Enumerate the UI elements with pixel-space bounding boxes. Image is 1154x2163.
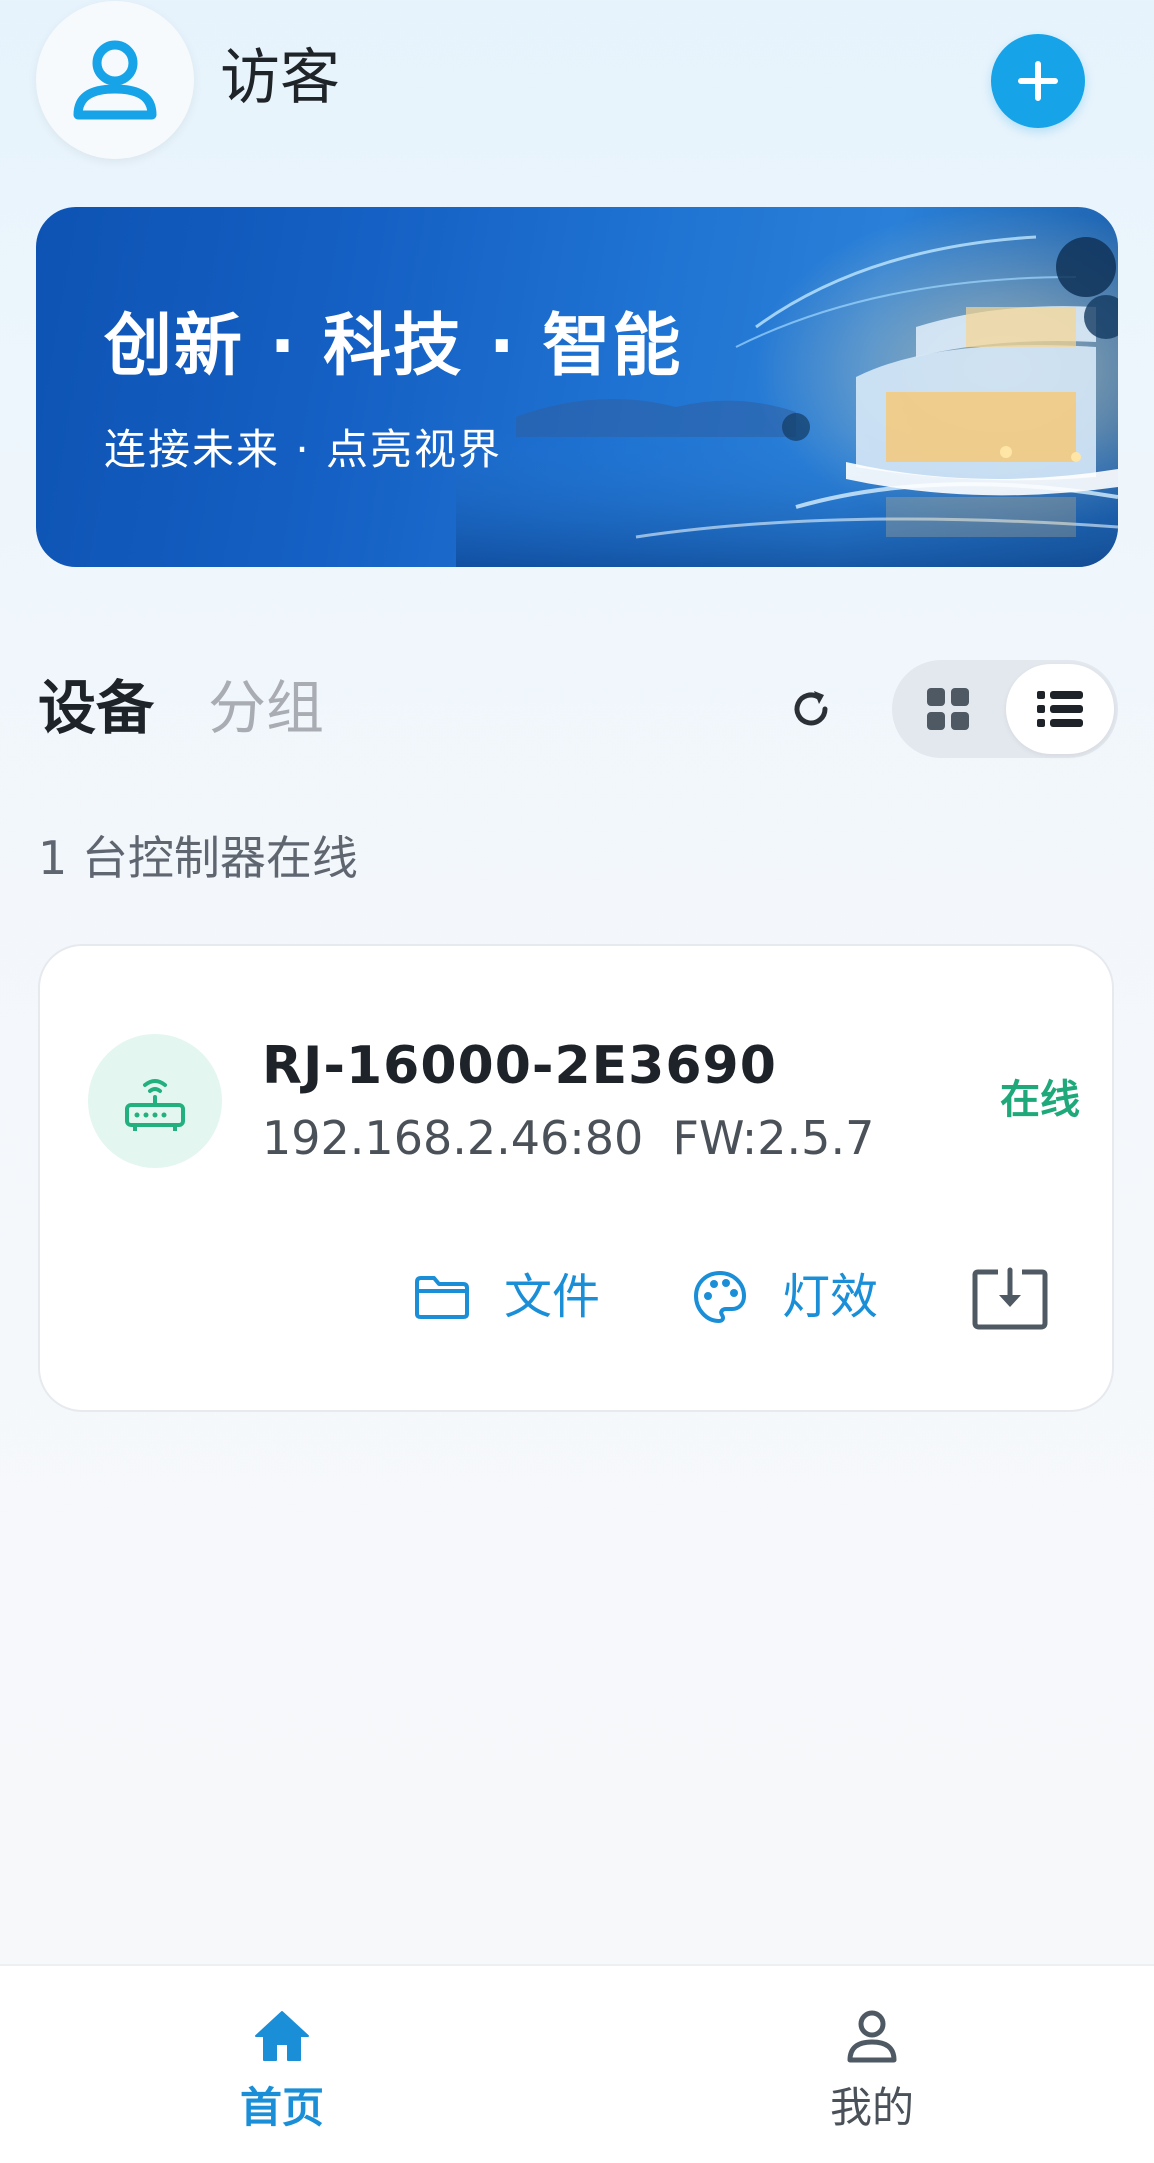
download-button[interactable] [972,1266,1048,1332]
list-view-button[interactable] [1006,664,1114,754]
profile-icon [847,2010,897,2063]
device-name: RJ-16000-2E3690 [262,1036,777,1096]
refresh-icon [794,691,828,726]
bottom-navigation: 首页 我的 [0,1964,1154,2163]
avatar[interactable] [36,1,194,159]
tab-devices[interactable]: 设备 [38,668,154,748]
grid-view-icon [927,688,969,730]
tab-groups[interactable]: 分组 [208,668,324,748]
nav-mine-label: 我的 [829,2083,914,2132]
download-icon [972,1267,1048,1330]
refresh-button[interactable] [780,678,842,740]
user-icon [73,40,157,120]
plus-icon [1018,61,1058,101]
device-avatar [88,1034,222,1168]
nav-home[interactable]: 首页 [182,1966,382,2163]
palette-icon [694,1271,746,1323]
home-icon [255,2011,309,2061]
promo-banner[interactable]: 创新 · 科技 · 智能 连接未来 · 点亮视界 [36,207,1118,567]
banner-title: 创新 · 科技 · 智能 [104,307,683,386]
light-effects-label: 灯效 [782,1269,879,1325]
page-title: 访客 [220,43,340,113]
status-badge: 在线 [1000,1077,1080,1123]
list-view-icon [1037,691,1083,727]
files-button[interactable]: 文件 [414,1264,600,1330]
light-effects-button[interactable]: 灯效 [692,1264,878,1330]
device-card[interactable]: RJ-16000-2E3690 192.168.2.46:80 FW:2.5.7… [38,944,1114,1412]
grid-view-button[interactable] [892,660,1004,758]
online-count: 1 台控制器在线 [38,831,358,885]
folder-icon [415,1276,469,1319]
files-label: 文件 [504,1269,601,1325]
router-icon [125,1079,185,1131]
banner-subtitle: 连接未来 · 点亮视界 [104,425,503,474]
device-address-firmware: 192.168.2.46:80 FW:2.5.7 [262,1111,875,1165]
nav-home-label: 首页 [239,2083,324,2132]
view-mode-toggle [892,660,1118,758]
add-device-button[interactable] [991,34,1085,128]
nav-mine[interactable]: 我的 [772,1966,972,2163]
